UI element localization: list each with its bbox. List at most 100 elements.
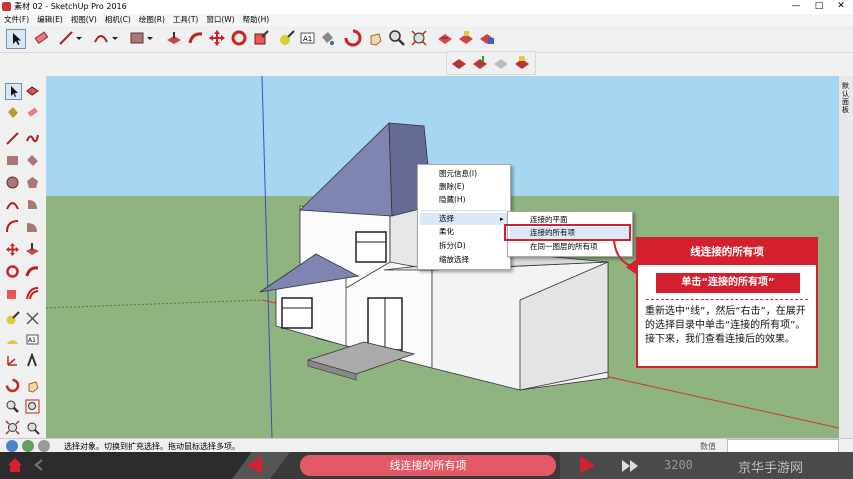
- move-tool-button[interactable]: [208, 29, 226, 47]
- tape-measure-tool-button[interactable]: [278, 29, 296, 47]
- tray-label[interactable]: 默认面板: [842, 82, 850, 114]
- fast-forward-icon[interactable]: [620, 457, 640, 475]
- orbit-button[interactable]: [5, 378, 20, 393]
- dimension-button[interactable]: [25, 311, 40, 326]
- close-button[interactable]: ✕: [830, 0, 852, 13]
- components-tool-button[interactable]: [457, 29, 475, 47]
- arc-3-button[interactable]: [25, 219, 40, 234]
- line-button[interactable]: [5, 131, 20, 146]
- zoom-tool-button[interactable]: [388, 29, 406, 47]
- freehand-button[interactable]: [25, 131, 40, 146]
- next-icon[interactable]: [578, 456, 596, 474]
- progress-counter: 3200: [664, 458, 693, 472]
- extension-tool-button[interactable]: [513, 54, 531, 72]
- orbit-tool-button[interactable]: [344, 29, 362, 47]
- submenu-all-on-same-layer[interactable]: 在同一图层的所有项: [530, 241, 598, 253]
- zoom-extents-tool-button[interactable]: [410, 29, 428, 47]
- previous-view-button[interactable]: [25, 420, 40, 435]
- tutorial-caption: 线连接的所有项: [300, 455, 556, 476]
- previous-icon[interactable]: [270, 456, 286, 474]
- pan-button[interactable]: [25, 378, 40, 393]
- back-icon[interactable]: [32, 458, 46, 472]
- svg-text:A1: A1: [28, 337, 36, 344]
- axes-button[interactable]: [5, 353, 20, 368]
- tape-measure-button[interactable]: [5, 311, 20, 326]
- chevron-down-icon[interactable]: [74, 29, 92, 47]
- eraser-tool-button[interactable]: [32, 29, 50, 47]
- share-component-tool-button[interactable]: [492, 54, 510, 72]
- menu-window[interactable]: 窗口(W): [202, 14, 238, 26]
- chevron-down-icon[interactable]: [145, 29, 163, 47]
- paint-bucket-button[interactable]: [5, 105, 20, 120]
- select-tool-button[interactable]: [5, 83, 22, 100]
- warehouse-tool-button[interactable]: [450, 54, 468, 72]
- rectangle-tool-button[interactable]: [128, 29, 146, 47]
- geo-location-icon[interactable]: [6, 440, 18, 452]
- title-bar: 素材 02 - SketchUp Pro 2016 — □ ✕: [0, 0, 853, 15]
- follow-me-tool-button[interactable]: [187, 29, 205, 47]
- rotate-button[interactable]: [5, 264, 20, 279]
- minimize-button[interactable]: —: [785, 0, 807, 13]
- svg-text:A1: A1: [303, 35, 312, 43]
- credits-icon[interactable]: [22, 440, 34, 452]
- push-pull-button[interactable]: [25, 242, 40, 257]
- home-icon[interactable]: [6, 456, 24, 474]
- circle-button[interactable]: [5, 175, 20, 190]
- callout-pointer: [626, 259, 637, 275]
- menu-draw[interactable]: 绘图(R): [135, 14, 169, 26]
- rotate-tool-button[interactable]: [230, 29, 248, 47]
- zoom-extents-button[interactable]: [5, 420, 20, 435]
- warehouse-tool-button[interactable]: [436, 29, 454, 47]
- text-tool-button[interactable]: A1: [298, 29, 316, 47]
- zoom-window-button[interactable]: [25, 399, 40, 414]
- move-button[interactable]: [5, 242, 20, 257]
- rotated-rectangle-button[interactable]: [25, 153, 40, 168]
- menu-view[interactable]: 视图(V): [67, 14, 101, 26]
- push-pull-tool-button[interactable]: [165, 29, 183, 47]
- eraser-button[interactable]: [25, 105, 40, 120]
- pie-button[interactable]: [25, 197, 40, 212]
- text-button[interactable]: A1: [25, 332, 40, 347]
- menu-tools[interactable]: 工具(T): [169, 14, 202, 26]
- follow-me-button[interactable]: [25, 264, 40, 279]
- default-tray[interactable]: 默认面板: [839, 76, 853, 438]
- menu-help[interactable]: 帮助(H): [239, 14, 274, 26]
- menu-item-hide[interactable]: 隐藏(H): [439, 194, 466, 206]
- scale-button[interactable]: [5, 286, 20, 301]
- arc-tool-button[interactable]: [92, 29, 110, 47]
- pan-tool-button[interactable]: [366, 29, 384, 47]
- zoom-button[interactable]: [5, 399, 20, 414]
- menu-item-split[interactable]: 拆分(D): [439, 240, 466, 252]
- menu-item-zoom-selection[interactable]: 缩放选择: [439, 254, 469, 266]
- rectangle-button[interactable]: [5, 153, 20, 168]
- menu-edit[interactable]: 编辑(E): [33, 14, 67, 26]
- measurements-input[interactable]: [727, 439, 839, 453]
- arc-2-button[interactable]: [5, 219, 20, 234]
- arc-button[interactable]: [5, 197, 20, 212]
- menu-file[interactable]: 文件(F): [0, 14, 33, 26]
- chevron-down-icon[interactable]: [110, 29, 128, 47]
- menu-item-delete[interactable]: 删除(E): [439, 181, 465, 193]
- menu-item-select[interactable]: 选择: [439, 213, 454, 225]
- select-tool-button[interactable]: [6, 29, 26, 49]
- make-component-button[interactable]: [25, 83, 40, 98]
- line-tool-button[interactable]: [57, 29, 75, 47]
- menu-camera[interactable]: 相机(C): [101, 14, 135, 26]
- 3d-text-button[interactable]: [25, 352, 40, 368]
- protractor-button[interactable]: [5, 332, 20, 347]
- menu-item-highlight: [420, 213, 508, 225]
- offset-button[interactable]: [25, 286, 40, 301]
- context-menu: 图元信息(I) 删除(E) 隐藏(H) 选择 ▸ 柔化 拆分(D) 缩放选择: [417, 164, 511, 270]
- scale-tool-button[interactable]: [252, 29, 270, 47]
- polygon-button[interactable]: [25, 175, 40, 190]
- paint-bucket-tool-button[interactable]: [318, 29, 336, 47]
- user-icon[interactable]: [38, 440, 50, 452]
- callout-divider: [646, 299, 808, 300]
- menu-item-soften[interactable]: 柔化: [439, 226, 454, 238]
- menu-item-entity-info[interactable]: 图元信息(I): [439, 168, 477, 180]
- maximize-button[interactable]: □: [808, 0, 830, 13]
- left-tool-palette: A1: [0, 76, 47, 438]
- share-model-tool-button[interactable]: [471, 54, 489, 72]
- tutorial-player-bar: 线连接的所有项 3200 京华手游网: [0, 452, 853, 479]
- extension-warehouse-tool-button[interactable]: [478, 29, 496, 47]
